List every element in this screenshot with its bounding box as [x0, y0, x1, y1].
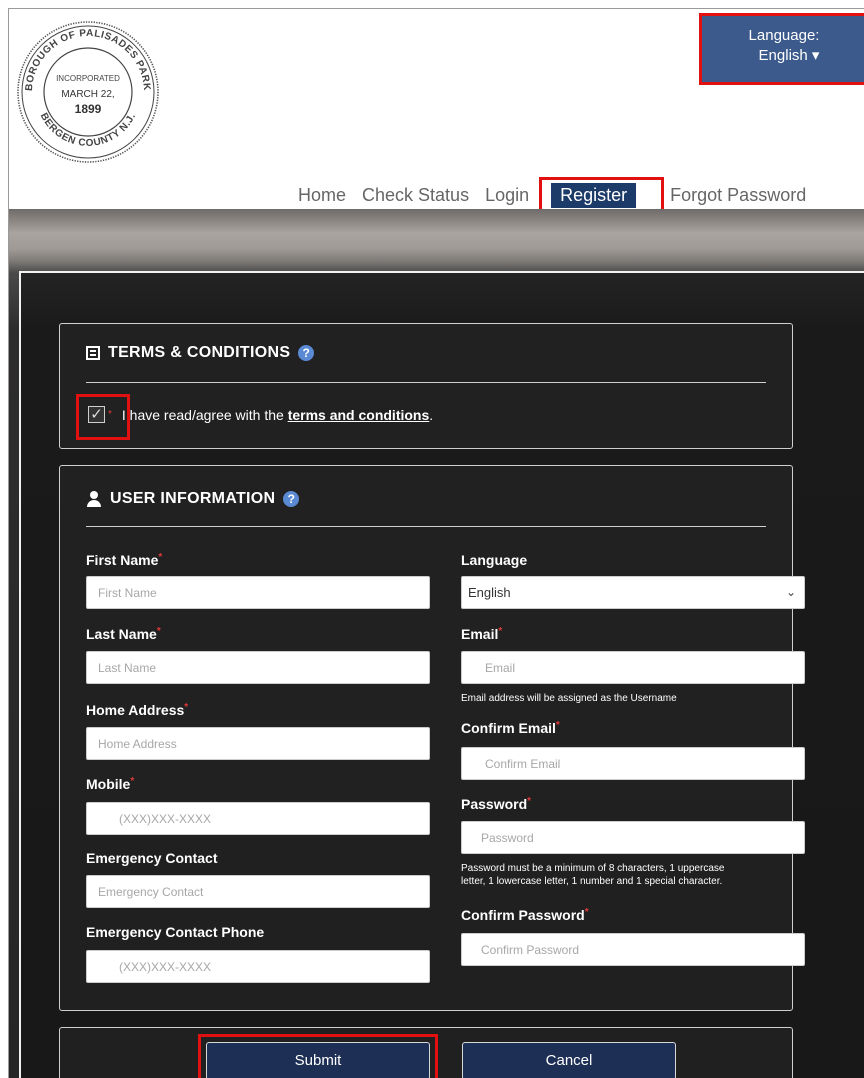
emergency-phone-input[interactable] — [86, 950, 430, 983]
email-hint: Email address will be assigned as the Us… — [461, 693, 677, 704]
register-highlight: Register — [539, 176, 665, 214]
svg-text:BERGEN COUNTY N.J.: BERGEN COUNTY N.J. — [38, 111, 139, 149]
user-info-help-icon[interactable]: ? — [283, 491, 300, 507]
user-icon — [86, 491, 102, 507]
emergency-contact-label: Emergency Contact — [86, 850, 218, 866]
email-label: Email* — [461, 626, 503, 642]
user-info-heading: USER INFORMATION ? — [86, 490, 300, 508]
confirm-password-label: Confirm Password* — [461, 907, 589, 923]
first-name-input[interactable] — [86, 576, 430, 609]
nav-register[interactable]: Register — [551, 182, 637, 208]
password-hint: Password must be a minimum of 8 characte… — [461, 863, 725, 887]
nav-login[interactable]: Login — [485, 185, 529, 206]
cancel-button[interactable]: Cancel — [462, 1042, 676, 1078]
last-name-label: Last Name* — [86, 626, 161, 642]
actions-card: Submit Cancel — [59, 1027, 793, 1078]
nav-forgot-password[interactable]: Forgot Password — [670, 185, 806, 206]
nav-home[interactable]: Home — [298, 185, 346, 206]
mobile-label: Mobile* — [86, 776, 135, 792]
confirm-email-input[interactable] — [461, 747, 805, 780]
home-address-label: Home Address* — [86, 702, 189, 718]
divider — [86, 382, 766, 383]
user-info-title: USER INFORMATION — [110, 490, 276, 507]
confirm-email-label: Confirm Email* — [461, 720, 560, 736]
confirm-password-input[interactable] — [461, 933, 805, 966]
terms-card: TERMS & CONDITIONS ? ✓ * I have read/agr… — [59, 323, 793, 449]
svg-text:MARCH 22,: MARCH 22, — [61, 89, 114, 100]
email-input[interactable] — [461, 651, 805, 684]
terms-link[interactable]: terms and conditions — [288, 407, 430, 423]
first-name-label: First Name* — [86, 552, 163, 568]
nav-check-status[interactable]: Check Status — [362, 185, 469, 206]
emergency-contact-input[interactable] — [86, 875, 430, 908]
page: BOROUGH OF PALISADES PARK BERGEN COUNTY … — [8, 8, 864, 1078]
mobile-input[interactable] — [86, 802, 430, 835]
emergency-phone-label: Emergency Contact Phone — [86, 924, 265, 940]
terms-agree-row: ✓ * I have read/agree with the terms and… — [76, 394, 434, 440]
password-input[interactable] — [461, 821, 805, 854]
language-select[interactable]: English ⌄ — [461, 576, 805, 609]
password-label: Password* — [461, 796, 532, 812]
caret-down-icon: ▾ — [811, 47, 820, 64]
user-info-card: USER INFORMATION ? First Name* Last Name… — [59, 465, 805, 1011]
site-header: BOROUGH OF PALISADES PARK BERGEN COUNTY … — [9, 9, 864, 214]
language-label: Language: — [748, 27, 820, 44]
terms-agree-text: I have read/agree with the terms and con… — [121, 406, 434, 423]
language-field-label: Language — [461, 552, 528, 568]
submit-button[interactable]: Submit — [206, 1042, 430, 1078]
borough-seal-logo: BOROUGH OF PALISADES PARK BERGEN COUNTY … — [17, 21, 159, 163]
terms-heading: TERMS & CONDITIONS ? — [86, 344, 315, 362]
language-value: English — [758, 47, 808, 64]
divider — [86, 526, 766, 527]
checkbox-highlight — [76, 394, 130, 440]
registration-panel: TERMS & CONDITIONS ? ✓ * I have read/agr… — [19, 271, 864, 1078]
terms-title: TERMS & CONDITIONS — [108, 344, 291, 361]
list-icon — [86, 346, 100, 360]
terms-help-icon[interactable]: ? — [298, 345, 315, 361]
last-name-input[interactable] — [86, 651, 430, 684]
home-address-input[interactable] — [86, 727, 430, 760]
chevron-down-icon: ⌄ — [785, 585, 796, 599]
svg-text:INCORPORATED: INCORPORATED — [56, 74, 120, 83]
svg-text:1899: 1899 — [75, 102, 102, 116]
language-dropdown-button[interactable]: Language: English ▾ — [699, 13, 864, 85]
